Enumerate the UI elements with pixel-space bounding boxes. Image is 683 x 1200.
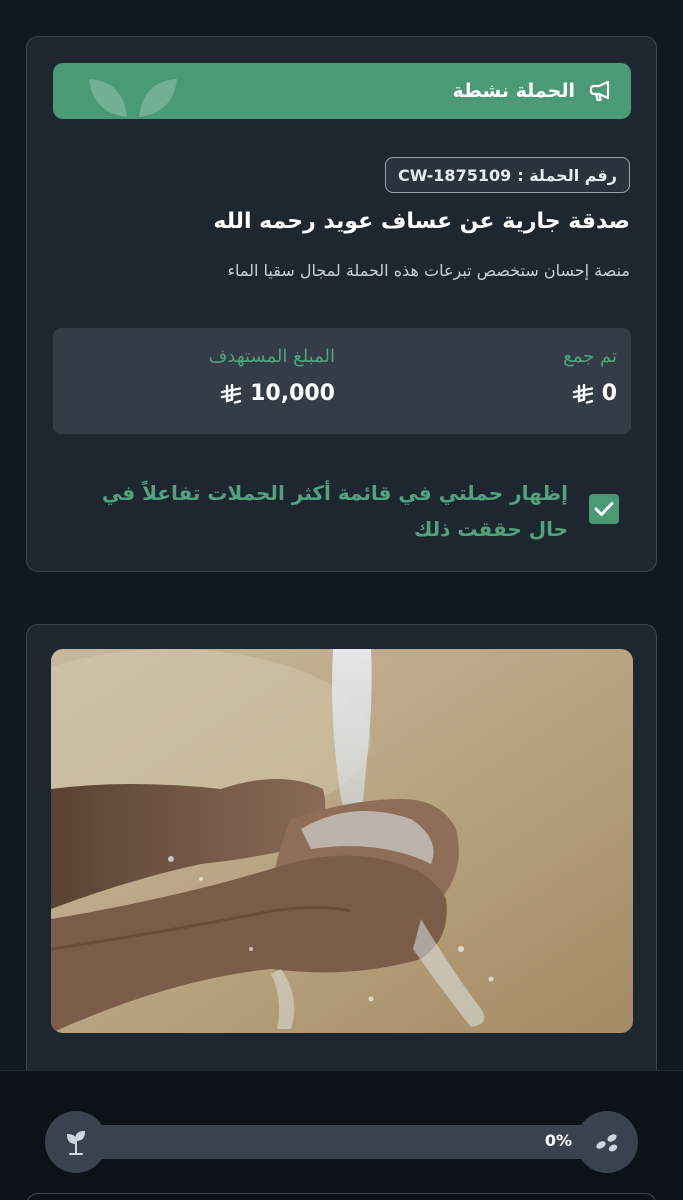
progress-percent: 0% xyxy=(544,1131,572,1150)
campaign-image-card xyxy=(26,624,657,1094)
target-amount: 10,000 xyxy=(250,381,335,406)
seeds-button[interactable] xyxy=(576,1111,638,1173)
campaign-info-card: الحملة نشطة رقم الحملة : CW-1875109 صدقة… xyxy=(26,36,657,572)
campaign-description: منصة إحسان ستخصص تبرعات هذه الحملة لمجال… xyxy=(227,261,630,280)
campaign-id-value: CW-1875109 xyxy=(397,165,512,185)
target-stat: المبلغ المستهدف 10,000 xyxy=(209,346,335,406)
status-label: الحملة نشطة xyxy=(452,80,575,102)
sprout-button[interactable] xyxy=(45,1111,107,1173)
campaign-image xyxy=(51,649,633,1033)
sprout-icon xyxy=(66,1130,86,1155)
riyal-icon xyxy=(220,383,242,404)
progress-bar-panel: 0% xyxy=(0,1070,683,1200)
show-in-popular-label[interactable]: إظهار حملتي في قائمة أكثر الحملات تفاعلا… xyxy=(88,475,568,547)
campaign-title: صدقة جارية عن عساف عويد رحمه الله xyxy=(213,209,630,234)
target-label: المبلغ المستهدف xyxy=(208,346,335,367)
riyal-icon xyxy=(572,383,593,404)
hands-water-photo xyxy=(51,649,633,1033)
megaphone-icon xyxy=(587,77,615,105)
collected-label: تم جمع xyxy=(563,346,617,367)
campaign-id-label: رقم الحملة : xyxy=(517,165,617,185)
collected-stat: تم جمع 0 xyxy=(563,346,617,406)
collected-amount: 0 xyxy=(601,381,617,406)
leaves-decoration xyxy=(89,79,177,117)
seeds-icon xyxy=(596,1134,618,1152)
show-in-popular-checkbox[interactable] xyxy=(589,494,619,524)
campaign-stats: تم جمع 0 المبلغ المستهدف 10,000 xyxy=(53,328,631,434)
progress-track: 0% xyxy=(62,1125,618,1159)
checkmark-icon xyxy=(594,502,614,516)
campaign-id-badge: رقم الحملة : CW-1875109 xyxy=(384,157,630,193)
campaign-status-banner: الحملة نشطة xyxy=(53,63,631,119)
next-card-edge xyxy=(26,1193,657,1200)
